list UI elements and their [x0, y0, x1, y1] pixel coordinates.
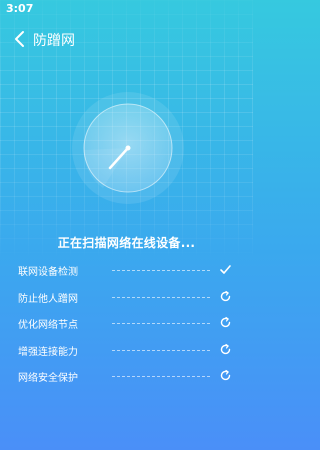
- scan-status-text: 正在扫描网络在线设备...: [57, 236, 196, 250]
- dotted-divider: [112, 376, 210, 377]
- scan-checklist: 联网设备检测 防止他人蹭网 优化网络节点 增强连接能力 网络安全保护: [0, 258, 253, 391]
- checklist-label: 增强连接能力: [18, 346, 78, 358]
- checklist-label: 防止他人蹭网: [18, 293, 78, 305]
- checklist-item: 增强连接能力: [0, 338, 253, 365]
- dotted-divider: [112, 296, 210, 298]
- refresh-icon: [220, 316, 231, 328]
- refresh-icon: [220, 369, 231, 381]
- dotted-divider: [112, 349, 210, 351]
- checklist-label: 网络安全保护: [18, 373, 78, 384]
- back-button[interactable]: [10, 28, 30, 50]
- page-title: 防蹭网: [33, 33, 75, 49]
- radar-icon: [72, 92, 184, 204]
- checklist-item: 联网设备检测: [0, 258, 253, 285]
- checklist-label: 联网设备检测: [18, 267, 78, 278]
- checkmark-icon: [220, 265, 231, 274]
- checklist-item: 优化网络节点: [0, 311, 253, 338]
- nav-bar: 防蹭网: [0, 26, 253, 52]
- status-time: 3:07: [6, 2, 34, 15]
- dotted-divider: [112, 270, 210, 271]
- status-bar: 3:07: [0, 0, 253, 18]
- radar-scanner: [70, 90, 186, 206]
- chevron-left-icon: [15, 31, 24, 47]
- dotted-divider: [112, 323, 210, 324]
- checklist-item: 防止他人蹭网: [0, 285, 253, 312]
- checklist-item: 网络安全保护: [0, 364, 253, 391]
- refresh-icon: [220, 343, 231, 354]
- checklist-label: 优化网络节点: [18, 320, 78, 331]
- loading-icon: [220, 290, 231, 301]
